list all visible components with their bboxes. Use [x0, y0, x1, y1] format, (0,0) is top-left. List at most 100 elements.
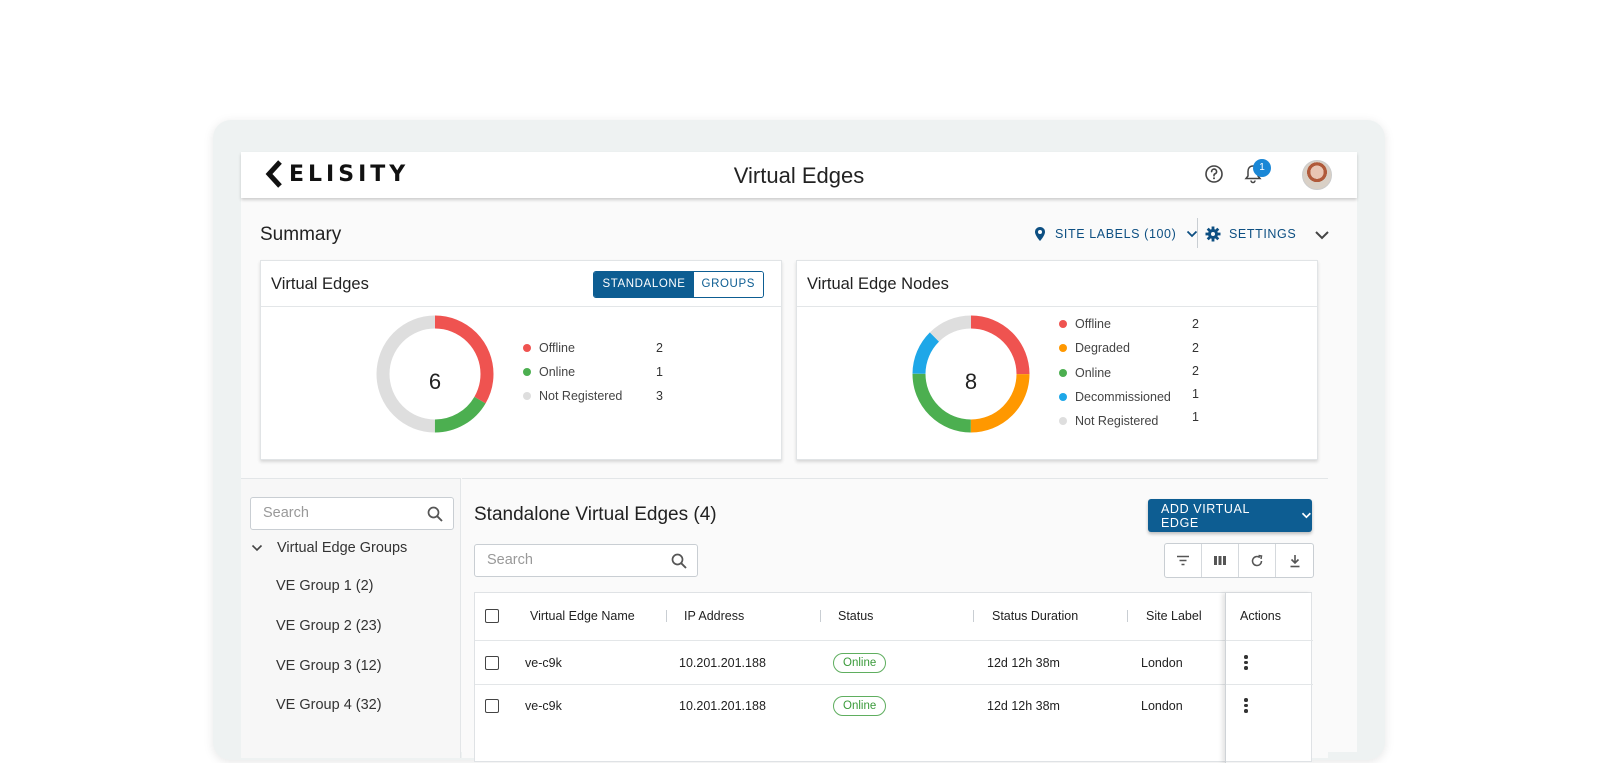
cell-ip: 10.201.201.188 [679, 699, 766, 713]
cell-ip: 10.201.201.188 [679, 656, 766, 670]
row-divider [475, 684, 1313, 685]
gear-icon [1205, 226, 1221, 242]
legend-online: Online [523, 365, 575, 379]
column-header-ip[interactable]: IP Address [684, 609, 744, 623]
legend-value: 2 [656, 341, 663, 355]
not-registered-dot [1059, 417, 1067, 425]
table-search-input[interactable] [487, 552, 637, 568]
column-separator [973, 610, 974, 622]
legend-degraded: Degraded [1059, 341, 1130, 355]
bell-icon[interactable]: 1 [1244, 159, 1271, 189]
legend-value: 2 [1192, 341, 1199, 355]
search-icon[interactable] [427, 506, 443, 522]
column-separator [1127, 610, 1128, 622]
header-divider [1197, 218, 1198, 248]
decommissioned-dot [1059, 393, 1067, 401]
card-title: Virtual Edges [271, 275, 369, 293]
cell-name[interactable]: ve-c9k [525, 699, 562, 713]
legend-online: Online [1059, 366, 1111, 380]
select-all-checkbox[interactable] [485, 609, 499, 623]
add-virtual-edge-button[interactable]: ADD VIRTUAL EDGE [1148, 499, 1312, 532]
filter-icon[interactable] [1165, 544, 1202, 577]
legend-value: 1 [1192, 410, 1199, 424]
tree-item-ve-group-2[interactable]: VE Group 2 (23) [276, 618, 382, 634]
legend-offline: Offline [1059, 317, 1111, 331]
tree-root-label: Virtual Edge Groups [277, 540, 408, 556]
collapse-summary-chevron-icon[interactable] [1314, 230, 1330, 240]
tree-item-ve-group-3[interactable]: VE Group 3 (12) [276, 658, 382, 674]
card-title: Virtual Edge Nodes [807, 275, 949, 293]
not-registered-dot [523, 392, 531, 400]
chevron-down-icon [1302, 512, 1312, 519]
cell-site-label: London [1141, 699, 1183, 713]
column-header-status[interactable]: Status [838, 609, 873, 623]
virtual-edges-card: Virtual Edges STANDALONE GROUPS 6 Offlin… [260, 260, 782, 460]
row-checkbox[interactable] [485, 656, 499, 670]
cell-duration: 12d 12h 38m [987, 699, 1060, 713]
tree-item-ve-group-1[interactable]: VE Group 1 (2) [276, 578, 374, 594]
avatar[interactable] [1302, 160, 1332, 190]
search-icon[interactable] [671, 553, 687, 569]
legend-offline: Offline [523, 341, 575, 355]
legend-label: Decommissioned [1075, 390, 1171, 404]
legend-value: 3 [656, 389, 663, 403]
row-actions-kebab-icon[interactable] [1244, 655, 1248, 672]
actions-column: Actions [1225, 593, 1313, 763]
column-header-status-duration[interactable]: Status Duration [992, 609, 1078, 623]
tree-root-virtual-edge-groups[interactable]: Virtual Edge Groups [251, 540, 407, 556]
site-labels-label: SITE LABELS (100) [1055, 227, 1177, 241]
column-header-name[interactable]: Virtual Edge Name [530, 609, 635, 623]
virtual-edge-nodes-card: Virtual Edge Nodes 8 Offline 2 Degraded … [796, 260, 1318, 460]
header-divider [475, 640, 1313, 641]
legend-value: 1 [656, 365, 663, 379]
site-labels-dropdown[interactable]: SITE LABELS (100) [1033, 226, 1198, 242]
donut-total: 6 [428, 369, 442, 394]
columns-icon[interactable] [1202, 544, 1239, 577]
table-toolbar [1164, 543, 1314, 578]
status-badge: Online [833, 696, 887, 716]
settings-label: SETTINGS [1229, 227, 1297, 241]
legend-label: Online [539, 365, 576, 379]
legend-label: Offline [539, 341, 575, 355]
page-title: Virtual Edges [733, 163, 865, 188]
legend-not-registered: Not Registered [523, 389, 622, 403]
card-header: Virtual Edges STANDALONE GROUPS [261, 261, 781, 307]
column-separator [666, 610, 667, 622]
legend-label: Not Registered [539, 389, 623, 403]
table-search [474, 544, 698, 577]
sidebar-search-input[interactable] [263, 505, 413, 521]
cell-site-label: London [1141, 656, 1183, 670]
column-header-site-label[interactable]: Site Label [1146, 609, 1202, 623]
online-dot [1059, 369, 1067, 377]
card-header: Virtual Edge Nodes [797, 261, 1317, 307]
refresh-icon[interactable] [1239, 544, 1276, 577]
tree-item-ve-group-4[interactable]: VE Group 4 (32) [276, 697, 382, 713]
status-badge: Online [833, 653, 887, 673]
offline-dot [1059, 320, 1067, 328]
help-icon[interactable] [1204, 164, 1224, 189]
notification-badge: 1 [1253, 159, 1271, 177]
add-virtual-edge-label: ADD VIRTUAL EDGE [1161, 501, 1250, 530]
legend-value: 2 [1192, 364, 1199, 378]
sidebar-search [250, 497, 454, 530]
legend-label: Online [1075, 366, 1112, 380]
column-separator [820, 610, 821, 622]
standalone-title: Standalone Virtual Edges (4) [474, 504, 717, 525]
legend-label: Not Registered [1075, 414, 1159, 428]
donut-total: 8 [964, 369, 978, 394]
legend-decommissioned: Decommissioned [1059, 390, 1171, 404]
download-icon[interactable] [1276, 544, 1313, 577]
toggle-standalone[interactable]: STANDALONE [594, 272, 694, 297]
cell-name[interactable]: ve-c9k [525, 656, 562, 670]
degraded-dot [1059, 344, 1067, 352]
row-checkbox[interactable] [485, 699, 499, 713]
online-dot [523, 368, 531, 376]
settings-button[interactable]: SETTINGS [1205, 226, 1296, 242]
legend-label: Offline [1075, 317, 1111, 331]
row-actions-kebab-icon[interactable] [1244, 698, 1248, 715]
top-bar: ELISITY Virtual Edges 1 [241, 152, 1357, 198]
virtual-edges-table: Virtual Edge Name IP Address Status Stat… [474, 592, 1313, 763]
app-window: ELISITY Virtual Edges 1 Summary SITE LAB… [241, 152, 1357, 763]
toggle-groups[interactable]: GROUPS [693, 272, 763, 297]
location-pin-icon [1035, 227, 1045, 241]
